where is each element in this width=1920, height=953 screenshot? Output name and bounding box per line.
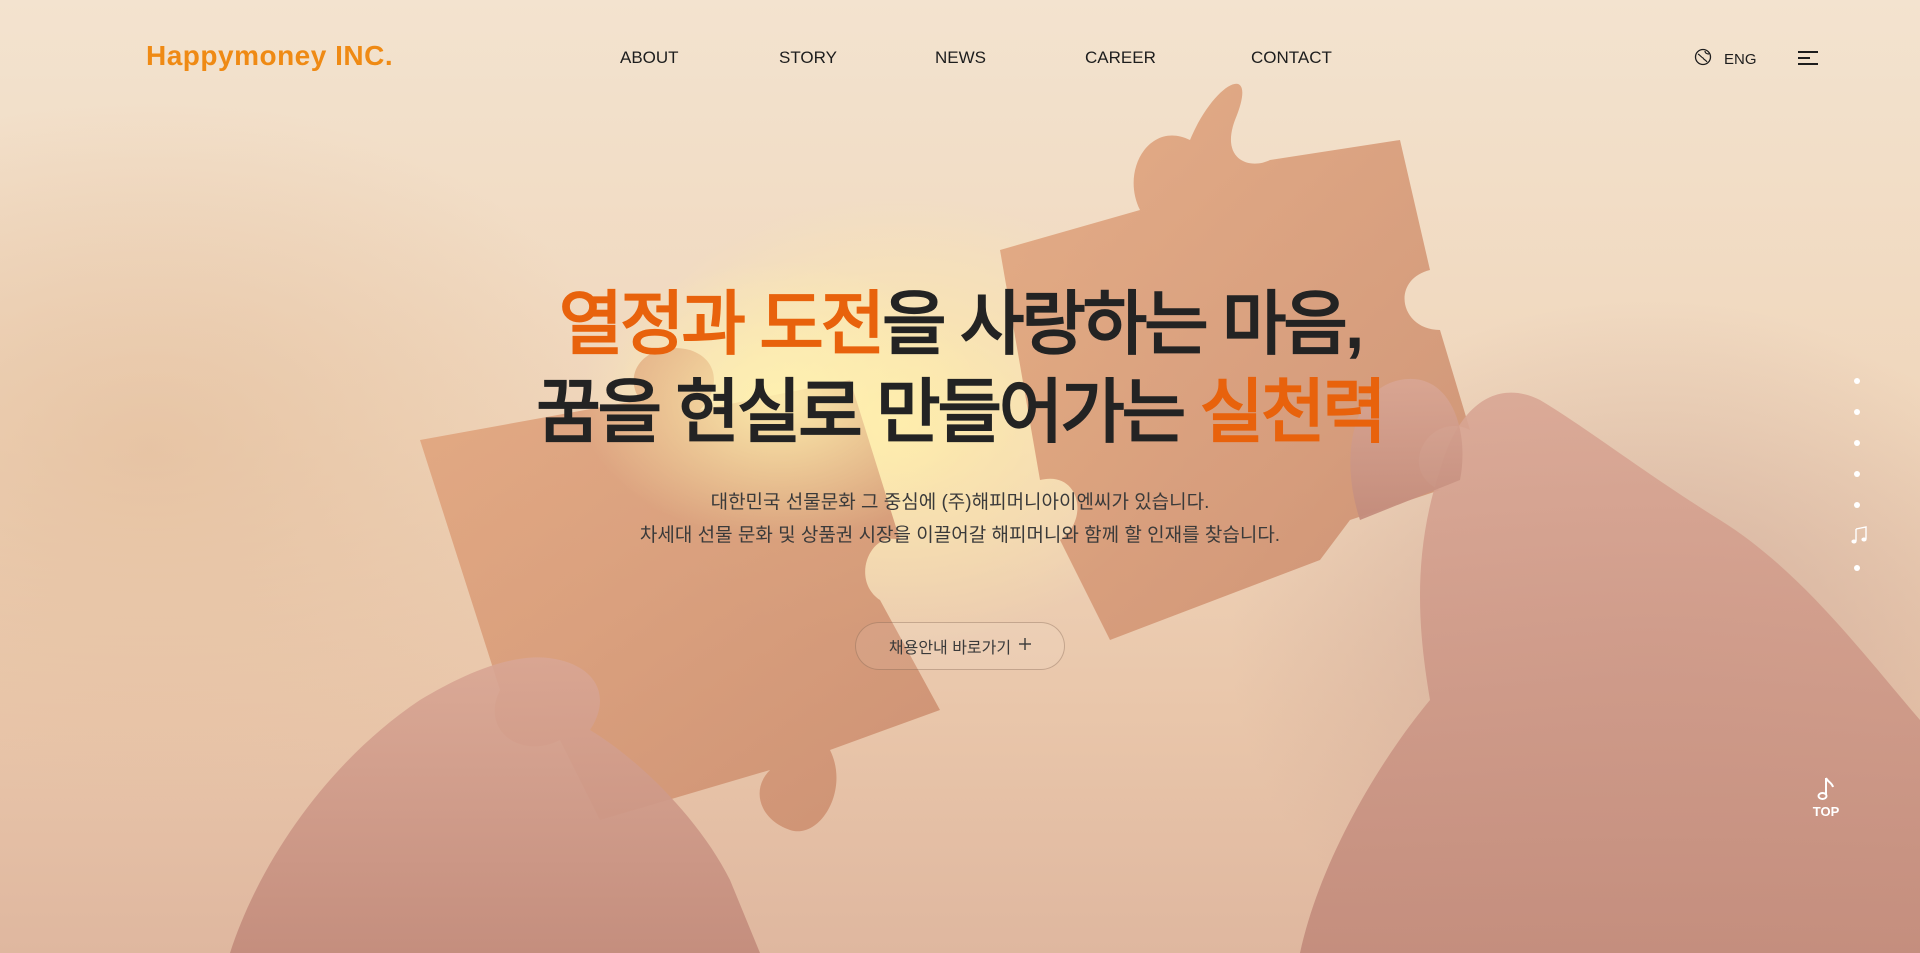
nav-story[interactable]: STORY <box>779 48 837 68</box>
pager-dot-5[interactable] <box>1854 502 1860 508</box>
scroll-top-label: TOP <box>1812 804 1840 819</box>
hero-description-line2: 차세대 선물 문화 및 상품권 시장을 이끌어갈 해피머니와 함께 할 인재를 … <box>639 525 1281 546</box>
pager-dot-3[interactable] <box>1854 440 1860 446</box>
nav-career[interactable]: CAREER <box>1085 48 1156 68</box>
hero-section: Happymoney INC. ABOUT STORY NEWS CAREER … <box>0 0 1920 953</box>
scroll-top-button[interactable]: TOP <box>1808 776 1844 832</box>
nav-contact[interactable]: CONTACT <box>1251 48 1332 68</box>
recruit-info-label: 채용안내 바로가기 <box>888 640 1012 657</box>
headline-accent-1: 열정과 도전 <box>558 285 885 363</box>
language-toggle[interactable]: ENG <box>1694 48 1757 70</box>
nav-about[interactable]: ABOUT <box>620 48 679 68</box>
language-label: ENG <box>1724 50 1757 68</box>
hero-headline-line2: 꿈을 현실로 만들어가는 실천력 <box>0 368 1920 456</box>
headline-accent-2: 실천력 <box>1199 373 1387 451</box>
hero-content: 열정과 도전을 사랑하는 마음, 꿈을 현실로 만들어가는 실천력 대한민국 선… <box>0 280 1920 552</box>
recruit-info-button[interactable]: 채용안내 바로가기 <box>855 622 1065 670</box>
hero-headline-line1: 열정과 도전을 사랑하는 마음, <box>0 280 1920 368</box>
headline-text-1: 을 사랑하는 마음, <box>882 285 1364 363</box>
headline-text-2: 꿈을 현실로 만들어가는 <box>536 373 1200 451</box>
plus-icon <box>1019 637 1032 655</box>
hamburger-menu-icon[interactable] <box>1798 50 1820 66</box>
hero-description: 대한민국 선물문화 그 중심에 (주)해피머니아이엔씨가 있습니다. 차세대 선… <box>0 486 1920 552</box>
pager-dot-1[interactable] <box>1854 378 1860 384</box>
site-header: Happymoney INC. ABOUT STORY NEWS CAREER … <box>0 0 1920 116</box>
logo[interactable]: Happymoney INC. <box>146 40 393 72</box>
music-note-icon[interactable] <box>1850 526 1868 546</box>
nav-news[interactable]: NEWS <box>935 48 986 68</box>
globe-icon <box>1694 48 1712 70</box>
pager-dot-4[interactable] <box>1854 471 1860 477</box>
hero-description-line1: 대한민국 선물문화 그 중심에 (주)해피머니아이엔씨가 있습니다. <box>710 492 1210 513</box>
music-note-icon <box>1808 776 1844 802</box>
pager-dot-2[interactable] <box>1854 409 1860 415</box>
pager-dot-6[interactable] <box>1854 565 1860 571</box>
